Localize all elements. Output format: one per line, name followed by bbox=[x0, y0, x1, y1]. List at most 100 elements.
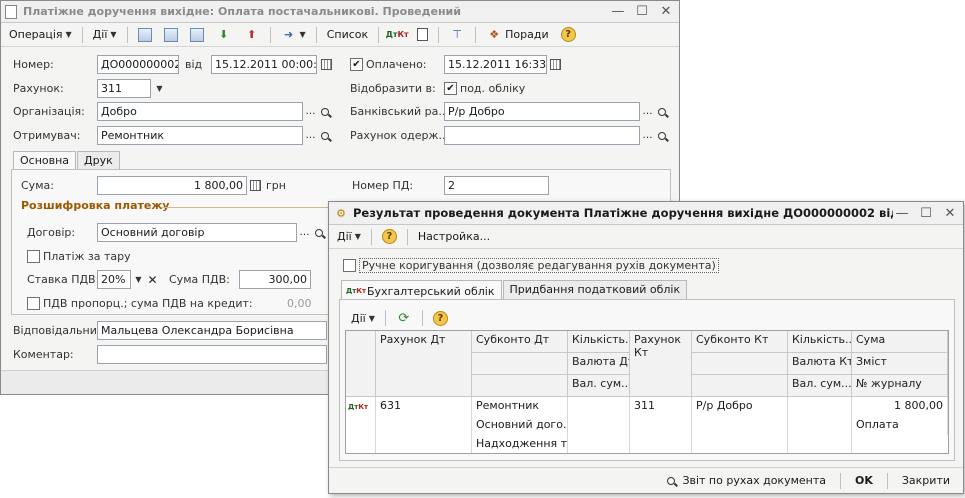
tab-print[interactable]: Друк bbox=[77, 151, 120, 169]
refresh-doc-button[interactable] bbox=[159, 25, 183, 45]
recipient-select-button[interactable]: … bbox=[304, 126, 317, 145]
table-header-content[interactable]: Зміст bbox=[852, 353, 948, 375]
table-header-subconto-kt[interactable]: Субконто Кт bbox=[692, 331, 788, 353]
paid-date-field[interactable]: 15.12.2011 16:33:31 bbox=[444, 55, 547, 74]
vat-sum-field[interactable]: 300,00 bbox=[239, 270, 311, 289]
maximize-icon[interactable]: ☐ bbox=[633, 4, 651, 20]
cell-subconto-dt-3: Надходження т... bbox=[472, 435, 568, 453]
vat-rate-label: Ставка ПДВ: bbox=[27, 273, 100, 286]
recipient-account-field[interactable] bbox=[444, 126, 640, 145]
organization-select-button[interactable]: … bbox=[304, 102, 317, 121]
table-header-subconto-dt-2 bbox=[472, 353, 568, 375]
vat-rate-field[interactable]: 20% bbox=[97, 270, 131, 289]
unpost-doc-button[interactable]: ⬆ bbox=[239, 25, 265, 45]
pd-number-field[interactable]: 2 bbox=[444, 176, 549, 195]
list-button[interactable]: Список bbox=[322, 25, 373, 45]
dropdown-arrow-icon: ▼ bbox=[110, 30, 117, 39]
table-header-cur-sum-dt[interactable]: Вал. сум... bbox=[568, 375, 630, 397]
minimize-icon[interactable]: — bbox=[609, 4, 627, 20]
responsible-field[interactable]: Мальцева Олександра Борисівна bbox=[97, 321, 327, 340]
table-header-cur-sum-kt[interactable]: Вал. сум... bbox=[788, 375, 852, 397]
toolbar-separator bbox=[438, 26, 440, 43]
operation-label: Операція bbox=[9, 28, 63, 41]
vat-rate-dropdown-button[interactable]: ▼ bbox=[132, 270, 145, 289]
paid-checkbox[interactable]: ✔ bbox=[350, 58, 363, 71]
toolbar-separator bbox=[384, 310, 386, 326]
contract-field[interactable]: Основний договір bbox=[97, 223, 297, 242]
cell-qty-dt bbox=[568, 397, 630, 453]
go-to-button[interactable]: ➜ ▼ bbox=[276, 25, 311, 45]
post-doc-button[interactable]: ⬇ bbox=[211, 25, 237, 45]
close-icon[interactable]: ✕ bbox=[657, 4, 675, 20]
organization-open-button[interactable] bbox=[318, 102, 331, 121]
recipient-field[interactable]: Ремонтник bbox=[97, 126, 303, 145]
inner-actions-menu-button[interactable]: Дії ▼ bbox=[346, 308, 380, 328]
bank-account-open-button[interactable] bbox=[655, 102, 668, 121]
organization-field[interactable]: Добро bbox=[97, 102, 303, 121]
recipient-account-select-button[interactable]: … bbox=[641, 126, 654, 145]
copy-doc-button[interactable] bbox=[185, 25, 209, 45]
help-button[interactable]: ? bbox=[556, 25, 581, 45]
table-header-journal-no[interactable]: № журналу bbox=[852, 375, 948, 397]
postings-table[interactable]: Рахунок Дт Субконто Дт Кількість... Валю… bbox=[345, 330, 949, 454]
maximize-icon[interactable]: ☐ bbox=[917, 205, 935, 221]
write-close-button[interactable] bbox=[133, 25, 157, 45]
contract-select-button[interactable]: … bbox=[298, 223, 311, 242]
tips-button[interactable]: ❖ Поради bbox=[481, 25, 553, 45]
sum-field[interactable]: 1 800,00 bbox=[97, 176, 247, 195]
tab-accounting[interactable]: Дт Кт Бухгалтерський облік bbox=[341, 280, 502, 301]
search-icon bbox=[314, 228, 323, 237]
result-window-title: Результат проведення документа Платіжне … bbox=[353, 206, 893, 220]
main-titlebar[interactable]: Платіжне доручення вихідне: Оплата поста… bbox=[1, 1, 679, 23]
tab-main[interactable]: Основна bbox=[13, 151, 77, 169]
structure-button[interactable] bbox=[412, 25, 433, 45]
bank-account-field[interactable]: Р/р Добро bbox=[444, 102, 640, 121]
hierarchy-button[interactable]: ⊤ bbox=[444, 25, 470, 45]
book-icon: ❖ bbox=[489, 28, 500, 41]
recipient-account-open-button[interactable] bbox=[655, 126, 668, 145]
vat-rate-clear-button[interactable]: ✕ bbox=[146, 270, 159, 289]
minimize-icon[interactable]: — bbox=[893, 205, 911, 221]
table-row[interactable]: Дт Кт 631 Ремонтник Основний дого... Надх… bbox=[346, 397, 948, 453]
table-header-currency-kt[interactable]: Валюта Кт bbox=[788, 353, 852, 375]
table-header-currency-dt[interactable]: Валюта Дт bbox=[568, 353, 630, 375]
manual-edit-checkbox[interactable] bbox=[343, 259, 356, 272]
dt-kt-button[interactable]: Дт Кт bbox=[384, 25, 410, 45]
recipient-label: Отримувач: bbox=[13, 129, 81, 142]
inner-refresh-button[interactable]: ⟳ bbox=[391, 308, 417, 328]
account-dropdown-button[interactable]: ▼ bbox=[153, 79, 166, 98]
movements-report-button[interactable]: Звіт по рухах документа bbox=[658, 471, 831, 491]
table-header-sum[interactable]: Сума bbox=[852, 331, 948, 353]
table-header-subconto-dt[interactable]: Субконто Дт bbox=[472, 331, 568, 353]
result-titlebar[interactable]: ⚙ Результат проведення документа Платіжн… bbox=[329, 202, 963, 225]
paid-calendar-button[interactable] bbox=[549, 55, 562, 74]
inner-help-button[interactable]: ? bbox=[428, 308, 453, 328]
ok-button[interactable]: OK bbox=[850, 471, 878, 491]
settings-button[interactable]: Настройка... bbox=[413, 227, 495, 247]
search-icon bbox=[657, 107, 666, 116]
account-field[interactable]: 311 bbox=[97, 79, 151, 98]
tare-checkbox[interactable] bbox=[27, 250, 40, 263]
recipient-open-button[interactable] bbox=[318, 126, 331, 145]
table-header-qty-kt[interactable]: Кількість... bbox=[788, 331, 852, 353]
close-icon[interactable]: ✕ bbox=[941, 205, 959, 221]
copy-icon bbox=[189, 27, 204, 42]
tax-accounting-checkbox[interactable]: ✔ bbox=[444, 82, 457, 95]
comment-field[interactable] bbox=[97, 345, 327, 364]
table-header-credit-account[interactable]: Рахунок Кт bbox=[630, 331, 692, 397]
result-actions-menu-button[interactable]: Дії ▼ bbox=[332, 227, 366, 247]
contract-open-button[interactable] bbox=[312, 223, 325, 242]
tab-tax-purchase[interactable]: Придбання податковий облік bbox=[502, 280, 688, 301]
operation-menu-button[interactable]: Операція ▼ bbox=[4, 25, 77, 45]
result-help-button[interactable]: ? bbox=[377, 227, 402, 247]
table-header-debit-account[interactable]: Рахунок Дт bbox=[376, 331, 472, 397]
actions-menu-button[interactable]: Дії ▼ bbox=[88, 25, 122, 45]
vat-proportional-checkbox[interactable] bbox=[27, 297, 40, 310]
close-button[interactable]: Закрити bbox=[897, 471, 955, 491]
calculator-button[interactable] bbox=[249, 176, 262, 195]
number-field[interactable]: ДО000000002 bbox=[97, 55, 179, 74]
bank-account-select-button[interactable]: … bbox=[641, 102, 654, 121]
table-header-qty-dt[interactable]: Кількість... bbox=[568, 331, 630, 353]
calendar-button[interactable] bbox=[320, 55, 333, 74]
date-field[interactable]: 15.12.2011 00:00:00 bbox=[211, 55, 317, 74]
